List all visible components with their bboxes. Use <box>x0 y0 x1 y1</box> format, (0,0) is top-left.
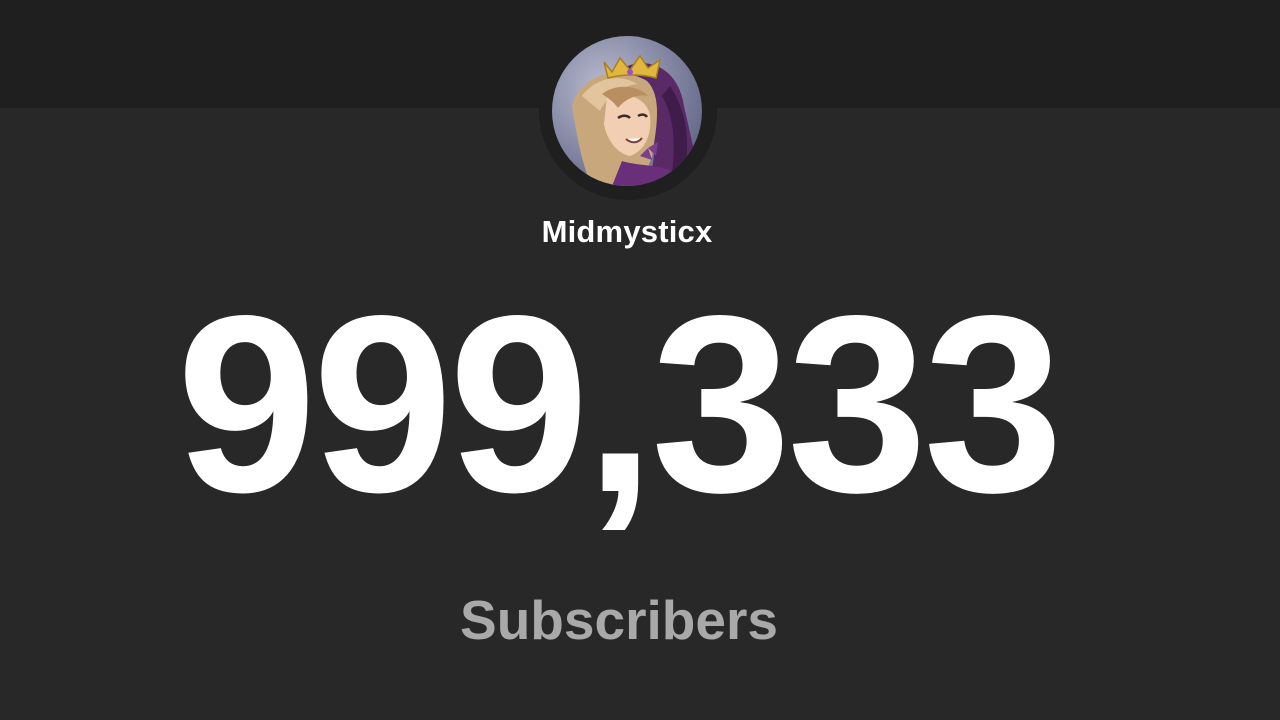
subscriber-label: Subscribers <box>460 589 778 651</box>
subscriber-count: 999,333 <box>176 264 1064 545</box>
channel-name[interactable]: Midmysticx <box>0 212 1254 252</box>
channel-avatar-icon[interactable] <box>552 36 702 186</box>
